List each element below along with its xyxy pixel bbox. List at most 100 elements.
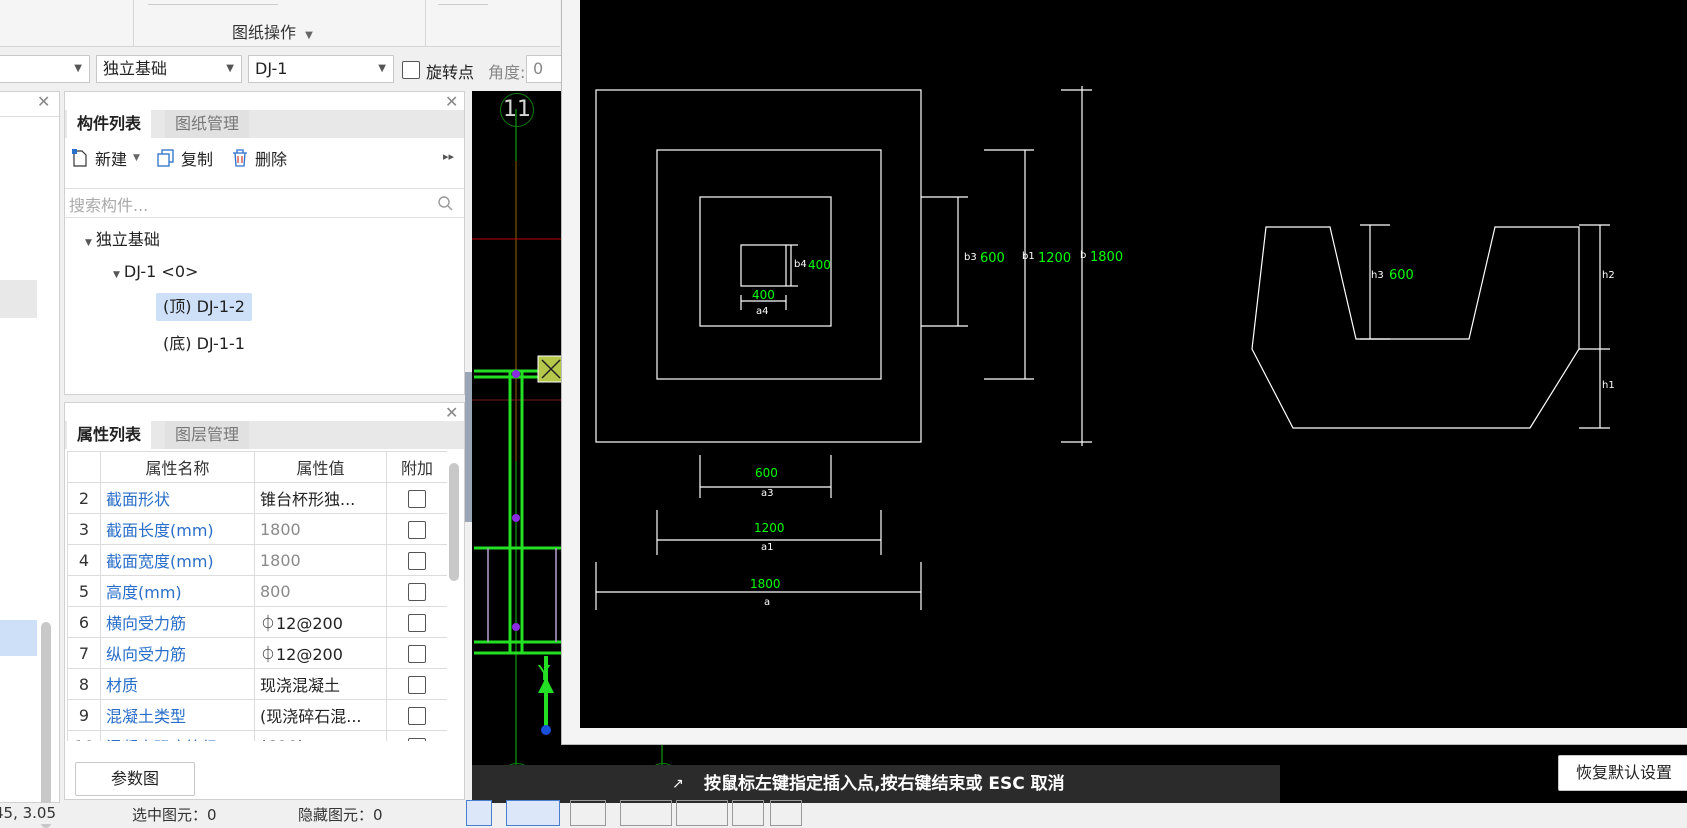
- dim-a4-value: 400: [752, 288, 775, 302]
- rotate-point-checkbox[interactable]: [402, 61, 420, 79]
- ribbon-clipped-item[interactable]: [438, 0, 488, 5]
- extra-checkbox[interactable]: [408, 675, 426, 694]
- axis-marker-top: 11: [500, 93, 534, 127]
- property-value[interactable]: 1800: [254, 513, 387, 545]
- table-row[interactable]: 7 纵向受力筋 ⏀12@200: [67, 637, 447, 669]
- rotate-point-label: 旋转点: [426, 63, 475, 82]
- snap-angle-button[interactable]: [770, 800, 802, 826]
- search-box[interactable]: 搜索构件...: [65, 190, 464, 216]
- property-value[interactable]: (C20): [254, 730, 387, 741]
- copy-button[interactable]: 复制: [156, 146, 213, 170]
- command-prompt-text: 按鼠标左键指定插入点,按右键结束或 ESC 取消: [704, 774, 1065, 794]
- trash-icon: [232, 149, 247, 167]
- ribbon-clipped-item[interactable]: [148, 0, 278, 5]
- property-table-viewport: 属性名称 属性值 附加 2 截面形状 锥台杯形独... 3 截面长度(mm) 1800 …: [67, 451, 447, 741]
- angle-value: 0: [533, 59, 544, 78]
- tree-node-root[interactable]: ▼ 独立基础: [85, 226, 160, 250]
- table-row[interactable]: 3 截面长度(mm) 1800: [67, 513, 447, 545]
- table-row[interactable]: 10混凝土强度等级(C20): [67, 730, 447, 741]
- property-name: 截面形状: [100, 482, 255, 514]
- tab-component-list[interactable]: 构件列表: [67, 110, 152, 138]
- more-actions-icon[interactable]: ▸▸: [443, 150, 454, 163]
- dim-b-value: 1800: [1090, 250, 1124, 265]
- tree-node-dj1[interactable]: ▼ DJ-1 <0>: [113, 262, 198, 281]
- chevron-down-icon: ▼: [378, 63, 386, 74]
- table-row[interactable]: 6 横向受力筋 ⏀12@200: [67, 606, 447, 638]
- extra-checkbox[interactable]: [408, 613, 426, 632]
- close-icon[interactable]: ✕: [37, 92, 50, 111]
- tab-drawing-management[interactable]: 图纸管理: [165, 110, 250, 138]
- new-button[interactable]: 新建 ▼: [71, 146, 140, 170]
- selected-count: 选中图元：0: [132, 806, 217, 824]
- search-input[interactable]: 搜索构件...: [69, 192, 148, 216]
- drawing-ops-menu[interactable]: 图纸操作 ▼: [232, 19, 313, 43]
- tab-layer-management[interactable]: 图层管理: [165, 421, 250, 449]
- table-row[interactable]: 9 混凝土类型 (现浇碎石混...: [67, 699, 447, 731]
- property-value[interactable]: 1800: [254, 544, 387, 576]
- angle-input[interactable]: 0: [526, 55, 566, 83]
- scrollbar-thumb[interactable]: [449, 463, 459, 581]
- restore-defaults-button[interactable]: 恢复默认设置: [1558, 755, 1687, 791]
- property-name: 材质: [100, 668, 255, 700]
- property-toolbar: ▼ 独立基础 ▼ DJ-1 ▼ 旋转点 角度: 0: [0, 51, 566, 89]
- snap-line-button[interactable]: [620, 800, 672, 826]
- new-file-icon: [72, 149, 87, 167]
- search-icon[interactable]: [437, 195, 453, 211]
- component-list-panel: ✕ 构件列表 图纸管理 新建 ▼ 复制 删除 ▸▸ 搜索构件... ▼ 独立基础 …: [64, 91, 465, 395]
- snap-plus-button[interactable]: [676, 800, 728, 826]
- snap-box-button[interactable]: [732, 800, 764, 826]
- close-icon[interactable]: ✕: [445, 403, 458, 422]
- row-index: 4: [67, 544, 101, 576]
- parameter-diagram-button[interactable]: 参数图: [75, 762, 195, 796]
- extra-checkbox[interactable]: [408, 551, 426, 570]
- tree-node-bottom[interactable]: (底) DJ-1-1: [163, 330, 245, 358]
- row-index: 2: [67, 482, 101, 514]
- property-value[interactable]: (现浇碎石混...: [254, 699, 387, 731]
- hidden-count: 隐藏图元：0: [298, 806, 383, 824]
- extra-checkbox[interactable]: [408, 706, 426, 725]
- row-index: 3: [67, 513, 101, 545]
- property-value[interactable]: 现浇混凝土: [254, 668, 387, 700]
- extra-checkbox[interactable]: [408, 737, 426, 741]
- table-row[interactable]: 2 截面形状 锥台杯形独...: [67, 482, 447, 514]
- navigation-panel: ✕: [0, 91, 61, 828]
- dim-h3-label: h3: [1371, 270, 1384, 281]
- delete-button[interactable]: 删除: [231, 146, 287, 170]
- property-list-panel: ✕ 属性列表 图层管理 属性名称 属性值 附加 2 截面形状 锥台杯形独... 3截…: [64, 402, 465, 800]
- snap-cross-button[interactable]: [570, 800, 606, 826]
- floor-select[interactable]: ▼: [0, 55, 90, 83]
- dim-a3-value: 600: [755, 466, 778, 480]
- chevron-down-icon: ▼: [226, 63, 234, 74]
- component-type-select[interactable]: 独立基础 ▼: [96, 55, 242, 83]
- extra-checkbox[interactable]: [408, 489, 426, 508]
- dim-h2-label: h2: [1602, 270, 1615, 281]
- nav-item[interactable]: [0, 280, 37, 318]
- table-row[interactable]: 4 截面宽度(mm) 1800: [67, 544, 447, 576]
- property-value[interactable]: 锥台杯形独...: [254, 482, 387, 514]
- close-icon[interactable]: ✕: [445, 92, 458, 111]
- status-bar: 45, 3.05 选中图元：0 隐藏图元：0: [0, 800, 1687, 826]
- angle-label: 角度:: [488, 63, 526, 82]
- scrollbar-thumb[interactable]: [41, 622, 51, 828]
- ribbon-separator: [133, 0, 134, 46]
- new-label: 新建: [95, 150, 128, 169]
- component-select[interactable]: DJ-1 ▼: [248, 55, 394, 83]
- table-row[interactable]: 8 材质 现浇混凝土: [67, 668, 447, 700]
- chevron-down-icon: ▼: [74, 63, 82, 74]
- header-value: 属性值: [254, 451, 387, 483]
- property-value[interactable]: ⏀12@200: [254, 637, 387, 669]
- property-value[interactable]: 800: [254, 575, 387, 607]
- snap-mode-button[interactable]: [506, 800, 560, 826]
- tab-property-list[interactable]: 属性列表: [67, 421, 152, 449]
- table-header-row: 属性名称 属性值 附加: [67, 451, 447, 483]
- nav-item-selected[interactable]: [0, 620, 37, 656]
- table-row[interactable]: 5 高度(mm) 800: [67, 575, 447, 607]
- extra-checkbox[interactable]: [408, 520, 426, 539]
- extra-checkbox[interactable]: [408, 644, 426, 663]
- dim-b3-value: 600: [980, 251, 1005, 266]
- property-value[interactable]: ⏀12@200: [254, 606, 387, 638]
- snap-ortho-button[interactable]: [466, 800, 492, 826]
- drawing-ops-label: 图纸操作: [232, 23, 297, 42]
- extra-checkbox[interactable]: [408, 582, 426, 601]
- tree-node-top[interactable]: (顶) DJ-1-2: [156, 293, 252, 321]
